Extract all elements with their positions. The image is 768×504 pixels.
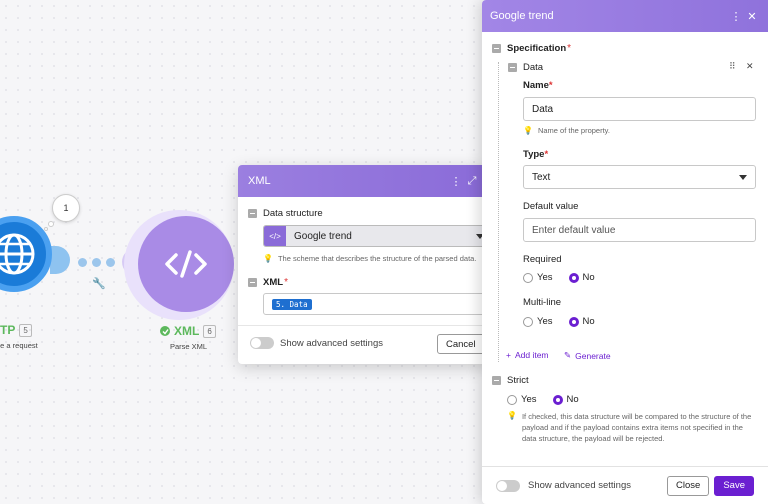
- advanced-settings-toggle[interactable]: [250, 337, 274, 349]
- xml-advanced-settings: Show advanced settings: [250, 337, 383, 349]
- required-label: Required: [523, 254, 562, 265]
- panel-footer: Show advanced settings Close Save: [482, 466, 768, 504]
- xml-dialog-header: XML ⋮ ⤢: [238, 165, 490, 197]
- strict-radio-group: Yes No: [507, 394, 579, 405]
- close-icon[interactable]: ✕: [744, 10, 760, 23]
- xml-module-dialog: XML ⋮ ⤢ Data structure </> Google trend …: [238, 165, 490, 364]
- specification-label[interactable]: Specification *: [492, 43, 571, 54]
- globe-icon: [0, 233, 35, 275]
- http-module-label: HTTP 5 Make a request: [0, 323, 38, 350]
- collapse-icon[interactable]: [508, 63, 517, 72]
- strict-hint: 💡 If checked, this data structure will b…: [507, 411, 752, 443]
- xml-input[interactable]: 5. Data: [263, 293, 490, 315]
- collapse-icon[interactable]: [492, 44, 501, 53]
- lightbulb-icon: 💡: [523, 126, 533, 135]
- name-label: Name*: [523, 80, 553, 91]
- more-options-icon[interactable]: ⋮: [728, 10, 744, 23]
- tree-line: [498, 62, 499, 362]
- required-no-radio[interactable]: [568, 272, 579, 283]
- connection-dot: [78, 258, 87, 267]
- default-value-label: Default value: [523, 201, 579, 212]
- multiline-label: Multi-line: [523, 297, 562, 308]
- required-yes-radio[interactable]: [523, 272, 533, 283]
- mapped-value-token[interactable]: 5. Data: [272, 298, 312, 310]
- cancel-button[interactable]: Cancel: [437, 334, 485, 354]
- data-structure-field-label[interactable]: Data structure: [248, 208, 323, 219]
- advanced-settings-toggle[interactable]: [496, 479, 520, 492]
- type-select[interactable]: Text: [523, 165, 756, 189]
- strict-no-radio[interactable]: [552, 394, 563, 405]
- xml-module-label: XML 6 Parse XML: [160, 324, 216, 351]
- strict-label[interactable]: Strict: [492, 375, 529, 386]
- bubble-tail: [48, 221, 54, 227]
- collapse-icon[interactable]: [248, 278, 257, 287]
- drag-handle-icon[interactable]: ⠿: [729, 61, 736, 72]
- connection-dot: [92, 258, 101, 267]
- xml-field-label[interactable]: XML *: [248, 277, 288, 288]
- connection-dot: [106, 258, 115, 267]
- name-input[interactable]: Data: [523, 97, 756, 121]
- add-item-link[interactable]: + Add item: [506, 350, 549, 360]
- operations-count-bubble[interactable]: 1: [52, 194, 80, 222]
- chevron-down-icon: [739, 174, 747, 180]
- type-label: Type*: [523, 149, 549, 160]
- generate-link[interactable]: ✎ Generate: [564, 350, 611, 361]
- multiline-radio-group: Yes No: [523, 316, 595, 327]
- data-structure-panel: Google trend ⋮ ✕ Specification * Data ⠿ ✕…: [482, 0, 768, 504]
- more-options-icon[interactable]: ⋮: [448, 175, 464, 188]
- default-value-input[interactable]: Enter default value: [523, 218, 756, 242]
- http-module-port[interactable]: [50, 246, 70, 274]
- xml-module[interactable]: [138, 216, 234, 312]
- collapse-icon[interactable]: [492, 376, 501, 385]
- expand-icon[interactable]: ⤢: [464, 175, 480, 188]
- data-item-header[interactable]: Data: [508, 62, 543, 73]
- panel-title: Google trend: [490, 10, 554, 22]
- data-structure-select[interactable]: </> Google trend ⋮: [263, 225, 490, 247]
- lightbulb-icon: 💡: [507, 411, 517, 420]
- close-button[interactable]: Close: [667, 475, 710, 496]
- multiline-no-radio[interactable]: [568, 316, 579, 327]
- divider: [238, 325, 490, 326]
- multiline-yes-radio[interactable]: [523, 316, 533, 327]
- data-structure-hint: 💡 The scheme that describes the structur…: [263, 254, 477, 263]
- bubble-tail: [44, 227, 48, 231]
- code-icon: [165, 250, 207, 278]
- wrench-icon[interactable]: 🔧: [92, 277, 106, 290]
- wand-icon: ✎: [564, 350, 572, 360]
- panel-header: Google trend ⋮ ✕: [482, 0, 768, 32]
- remove-item-icon[interactable]: ✕: [746, 61, 754, 72]
- lightbulb-icon: 💡: [263, 254, 273, 263]
- strict-yes-radio[interactable]: [507, 394, 517, 405]
- collapse-icon[interactable]: [248, 209, 257, 218]
- name-hint: 💡 Name of the property.: [523, 126, 610, 135]
- required-radio-group: Yes No: [523, 272, 595, 283]
- xml-dialog-title: XML: [248, 175, 271, 187]
- plus-icon: +: [506, 350, 511, 360]
- code-icon: </>: [264, 226, 286, 246]
- save-button[interactable]: Save: [714, 475, 754, 496]
- success-check-icon: [160, 326, 170, 336]
